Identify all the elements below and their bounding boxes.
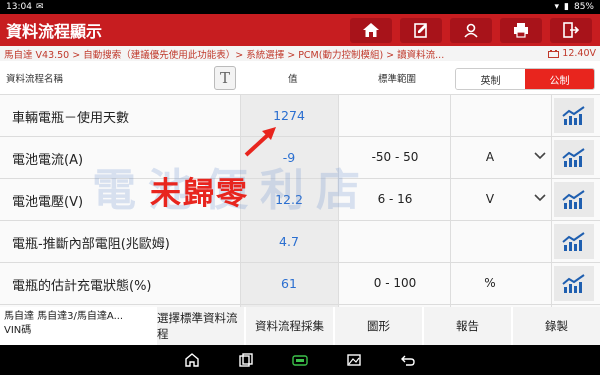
graph-button[interactable] xyxy=(554,266,594,301)
row-unit: % xyxy=(484,276,496,290)
graph-view-button[interactable]: 圖形 xyxy=(333,307,422,345)
edit-icon xyxy=(414,23,427,38)
breadcrumb: 馬自達 V43.50 > 自動搜索（建議優先使用此功能表）> 系統選擇 > PC… xyxy=(0,46,600,61)
print-button[interactable] xyxy=(500,17,542,43)
breadcrumb-path: 馬自達 V43.50 > 自動搜索（建議優先使用此功能表）> 系統選擇 > PC… xyxy=(4,49,445,61)
trend-chart-icon xyxy=(562,273,585,293)
table-header: 資料流程名稱 T 值 標準範圍 英制 公制 xyxy=(0,61,600,95)
user-icon xyxy=(464,23,478,38)
vehicle-model: 馬自達 馬自達3/馬自達A... xyxy=(4,311,124,322)
back-icon[interactable] xyxy=(400,352,416,368)
graph-button[interactable] xyxy=(554,224,594,259)
trend-chart-icon xyxy=(562,231,585,251)
data-stream-table: 資料流程名稱 T 值 標準範圍 英制 公制 車輛電瓶－使用天數 1274 電池電… xyxy=(0,61,600,307)
row-value: 4.7 xyxy=(279,234,299,249)
graph-button[interactable] xyxy=(554,98,594,133)
row-unit: V xyxy=(485,192,495,206)
battery-percent: 85% xyxy=(573,2,594,12)
table-row[interactable]: 電瓶的估計充電狀態(%) 61 0 - 100 % xyxy=(0,263,600,305)
table-row[interactable]: 電瓶-推斷內部電阻(兆歐姆) 4.7 xyxy=(0,221,600,263)
column-header-name: 資料流程名稱 xyxy=(6,74,64,85)
graph-button[interactable] xyxy=(554,182,594,217)
user-button[interactable] xyxy=(450,17,492,43)
report-button[interactable]: 報告 xyxy=(422,307,511,345)
table-row[interactable]: 電池電流(A) -9 -50 - 50 A xyxy=(0,137,600,179)
unit-imperial-button[interactable]: 英制 xyxy=(456,69,525,89)
car-battery-icon xyxy=(548,49,560,58)
row-name: 電池電壓(V) xyxy=(12,195,84,210)
graph-button[interactable] xyxy=(554,140,594,175)
table-row[interactable]: 車輛電瓶－使用天數 1274 xyxy=(0,95,600,137)
select-standard-stream-button[interactable]: 選擇標準資料流程 xyxy=(155,307,244,345)
page-title: 資料流程顯示 xyxy=(6,22,103,41)
home-icon xyxy=(363,23,379,37)
battery-icon: ▮ xyxy=(564,2,569,12)
exit-icon xyxy=(563,22,580,38)
trend-chart-icon xyxy=(562,147,585,167)
recent-apps-icon[interactable] xyxy=(238,352,254,368)
trend-chart-icon xyxy=(562,189,585,209)
row-value: 61 xyxy=(281,276,297,291)
row-name: 車輛電瓶－使用天數 xyxy=(12,111,130,126)
row-name: 電瓶-推斷內部電阻(兆歐姆) xyxy=(12,237,170,252)
exit-button[interactable] xyxy=(550,17,592,43)
chevron-down-icon[interactable] xyxy=(533,190,547,204)
title-bar: 資料流程顯示 xyxy=(0,14,600,46)
voltage-readout: 12.40V xyxy=(548,48,596,59)
wifi-icon: ▾ xyxy=(554,2,560,12)
gallery-icon[interactable] xyxy=(346,352,362,368)
annotation-label: 未歸零 xyxy=(150,176,249,212)
vehicle-info: 馬自達 馬自達3/馬自達A... VIN碼 xyxy=(0,307,155,345)
row-range: 0 - 100 xyxy=(373,276,417,290)
printer-icon xyxy=(514,23,528,38)
unit-metric-button[interactable]: 公制 xyxy=(525,69,594,89)
row-name: 電池電流(A) xyxy=(12,153,84,168)
home-nav-icon[interactable] xyxy=(184,352,200,368)
row-unit: A xyxy=(485,150,495,164)
home-button[interactable] xyxy=(350,17,392,43)
stream-capture-button[interactable]: 資料流程採集 xyxy=(244,307,333,345)
annotation-arrow xyxy=(244,127,276,157)
row-value: 12.2 xyxy=(275,192,303,207)
voltage-value: 12.40V xyxy=(562,48,596,59)
chevron-down-icon[interactable] xyxy=(533,148,547,162)
row-name: 電瓶的估計充電狀態(%) xyxy=(12,279,152,294)
unit-toggle[interactable]: 英制 公制 xyxy=(455,68,595,90)
vehicle-vin: VIN碼 xyxy=(4,325,32,336)
edit-button[interactable] xyxy=(400,17,442,43)
font-size-button[interactable]: T xyxy=(214,66,236,90)
table-row[interactable]: 電池電壓(V) 12.2 6 - 16 V xyxy=(0,179,600,221)
row-range: 6 - 16 xyxy=(377,192,413,206)
column-header-value: 值 xyxy=(288,74,298,85)
clock: 13:04 xyxy=(6,2,32,12)
status-bar: 13:04 ✉ ▾ ▮ 85% xyxy=(0,0,600,14)
bottom-toolbar: 馬自達 馬自達3/馬自達A... VIN碼 選擇標準資料流程 資料流程採集 圖形… xyxy=(0,307,600,345)
row-range: -50 - 50 xyxy=(371,150,419,164)
notification-icon: ✉ xyxy=(35,2,44,12)
record-button[interactable]: 錄製 xyxy=(511,307,600,345)
trend-chart-icon xyxy=(562,105,585,125)
system-nav-bar xyxy=(0,345,600,375)
column-header-range: 標準範圍 xyxy=(378,74,417,85)
vci-icon[interactable] xyxy=(292,352,308,368)
